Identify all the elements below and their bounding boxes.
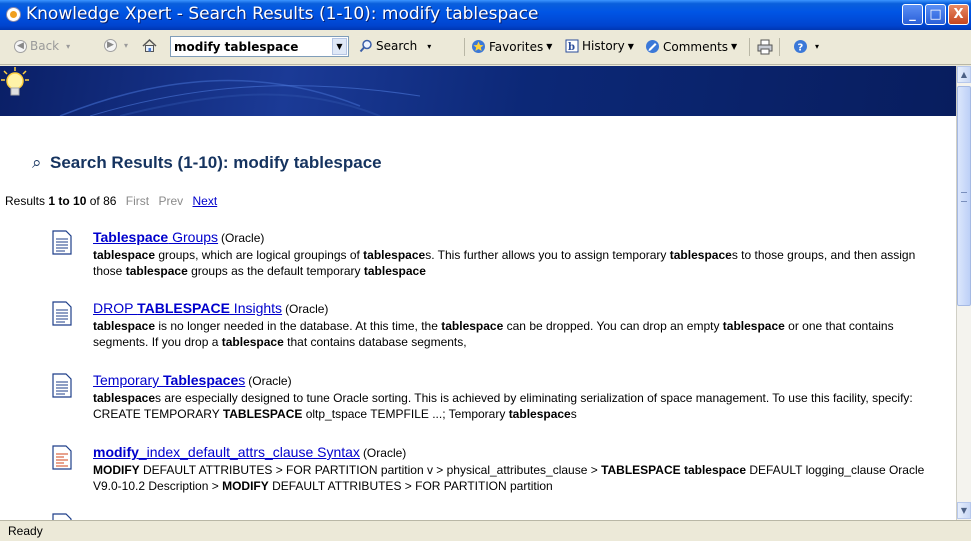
pager-prev: Prev [158, 194, 184, 208]
result-snippet: MODIFY DEFAULT ATTRIBUTES > FOR PARTITIO… [93, 463, 925, 493]
result-title-link[interactable]: DROP TABLESPACE Insights [93, 300, 282, 316]
result-title: Tablespace Groups (Oracle) [93, 229, 264, 245]
svg-text:b: b [568, 42, 575, 53]
lightbulb-logo-icon [1, 67, 29, 96]
back-arrow-icon: ◀ [14, 39, 27, 53]
comments-button[interactable]: Comments ▼ [645, 39, 737, 54]
result-title-link[interactable]: Tablespace Groups [93, 229, 218, 245]
result-title: Temporary Tablespaces (Oracle) [93, 372, 292, 388]
back-dropdown-icon: ▾ [66, 41, 71, 51]
history-button[interactable]: b History ▼ [565, 39, 634, 53]
header-banner [0, 66, 956, 116]
minimize-button[interactable]: _ [902, 4, 923, 25]
pager-total: 86 [103, 194, 117, 208]
scrollbar-thumb[interactable] [957, 86, 971, 306]
favorites-button[interactable]: Favorites ▼ [471, 39, 552, 54]
search-dropdown-icon[interactable]: ▼ [332, 38, 347, 55]
pager-first: First [125, 194, 150, 208]
history-dropdown-icon: ▼ [627, 41, 634, 51]
document-icon [52, 373, 72, 398]
comments-icon [646, 40, 659, 53]
page-title: ⌕ Search Results (1-10): modify tablespac… [32, 153, 382, 173]
forward-dropdown-icon: ▾ [124, 41, 129, 50]
results-page: ⌕ Search Results (1-10): modify tablespac… [0, 116, 956, 520]
search-input[interactable] [171, 37, 327, 56]
result-source: (Oracle) [285, 302, 329, 316]
svg-text:?: ? [798, 43, 804, 54]
app-icon [6, 7, 21, 22]
history-label: History [582, 39, 625, 53]
magnifier-icon [359, 39, 372, 53]
result-snippet: tablespace is no longer needed in the da… [93, 319, 894, 349]
forward-arrow-icon: ▶ [104, 39, 117, 52]
back-button[interactable]: ◀ Back ▾ [14, 39, 70, 53]
forward-button[interactable]: ▶ ▾ [104, 39, 128, 52]
syntax-document-icon [52, 445, 72, 470]
status-bar: Ready [0, 520, 971, 541]
banner-swoosh [59, 79, 421, 116]
help-button[interactable]: ? ▾ [793, 39, 819, 54]
print-icon [757, 39, 773, 55]
search-label: Search [376, 39, 418, 53]
toolbar-separator [779, 38, 780, 56]
status-text: Ready [8, 524, 43, 538]
favorites-star-icon [472, 40, 485, 53]
document-icon [52, 513, 72, 520]
document-icon [52, 301, 72, 326]
pagination: Results 1 to 10 of 86 First Prev Next [5, 194, 217, 208]
result-source: (Oracle) [248, 374, 292, 388]
favorites-label: Favorites [489, 39, 544, 54]
pager-to-word: to [55, 194, 74, 208]
vertical-scrollbar[interactable]: ▲ ▼ [956, 66, 971, 520]
result-snippet: tablespaces are especially designed to t… [93, 391, 913, 421]
help-icon: ? [794, 40, 807, 54]
document-icon [52, 230, 72, 255]
page-title-text: Search Results (1-10): modify tablespace [50, 153, 382, 172]
toolbar-separator [749, 38, 750, 56]
scroll-down-icon[interactable]: ▼ [957, 502, 971, 519]
search-button[interactable]: Search ▾ [359, 39, 431, 53]
result-source: (Oracle) [362, 446, 407, 460]
help-dropdown-icon: ▾ [815, 42, 820, 51]
search-results-icon: ⌕ [32, 153, 42, 172]
favorites-dropdown-icon: ▼ [546, 42, 553, 51]
home-button[interactable] [141, 37, 158, 54]
result-title-link[interactable]: Temporary Tablespaces [93, 372, 245, 388]
scroll-up-icon[interactable]: ▲ [957, 66, 971, 83]
close-button[interactable]: X [948, 4, 969, 25]
pager-to: 10 [73, 194, 87, 208]
window-titlebar[interactable]: Knowledge Xpert - Search Results (1-10):… [0, 0, 971, 30]
pager-prefix: Results [5, 194, 49, 208]
back-label: Back [30, 39, 60, 53]
window-title: Knowledge Xpert - Search Results (1-10):… [26, 4, 539, 24]
comments-label: Comments [663, 39, 729, 54]
history-icon: b [565, 39, 579, 53]
search-options-icon: ▾ [427, 41, 432, 51]
result-title-link[interactable]: modify_index_default_attrs_clause Syntax [93, 444, 360, 460]
search-box[interactable]: ▼ [170, 36, 349, 57]
result-source: (Oracle) [221, 231, 265, 245]
result-title: modify_index_default_attrs_clause Syntax… [93, 444, 406, 460]
comments-dropdown-icon: ▼ [731, 42, 738, 51]
pager-of-word: of [86, 194, 104, 208]
toolbar-separator [464, 38, 465, 56]
result-snippet: tablespace groups, which are logical gro… [93, 248, 916, 278]
pager-next-link[interactable]: Next [193, 194, 218, 208]
result-title: DROP TABLESPACE Insights (Oracle) [93, 300, 328, 316]
home-icon [142, 38, 157, 52]
toolbar: ◀ Back ▾ ▶ ▾ ▼ Search ▾ Favorites ▼ [0, 30, 971, 65]
print-button[interactable] [757, 39, 773, 55]
maximize-button[interactable]: □ [925, 4, 946, 25]
